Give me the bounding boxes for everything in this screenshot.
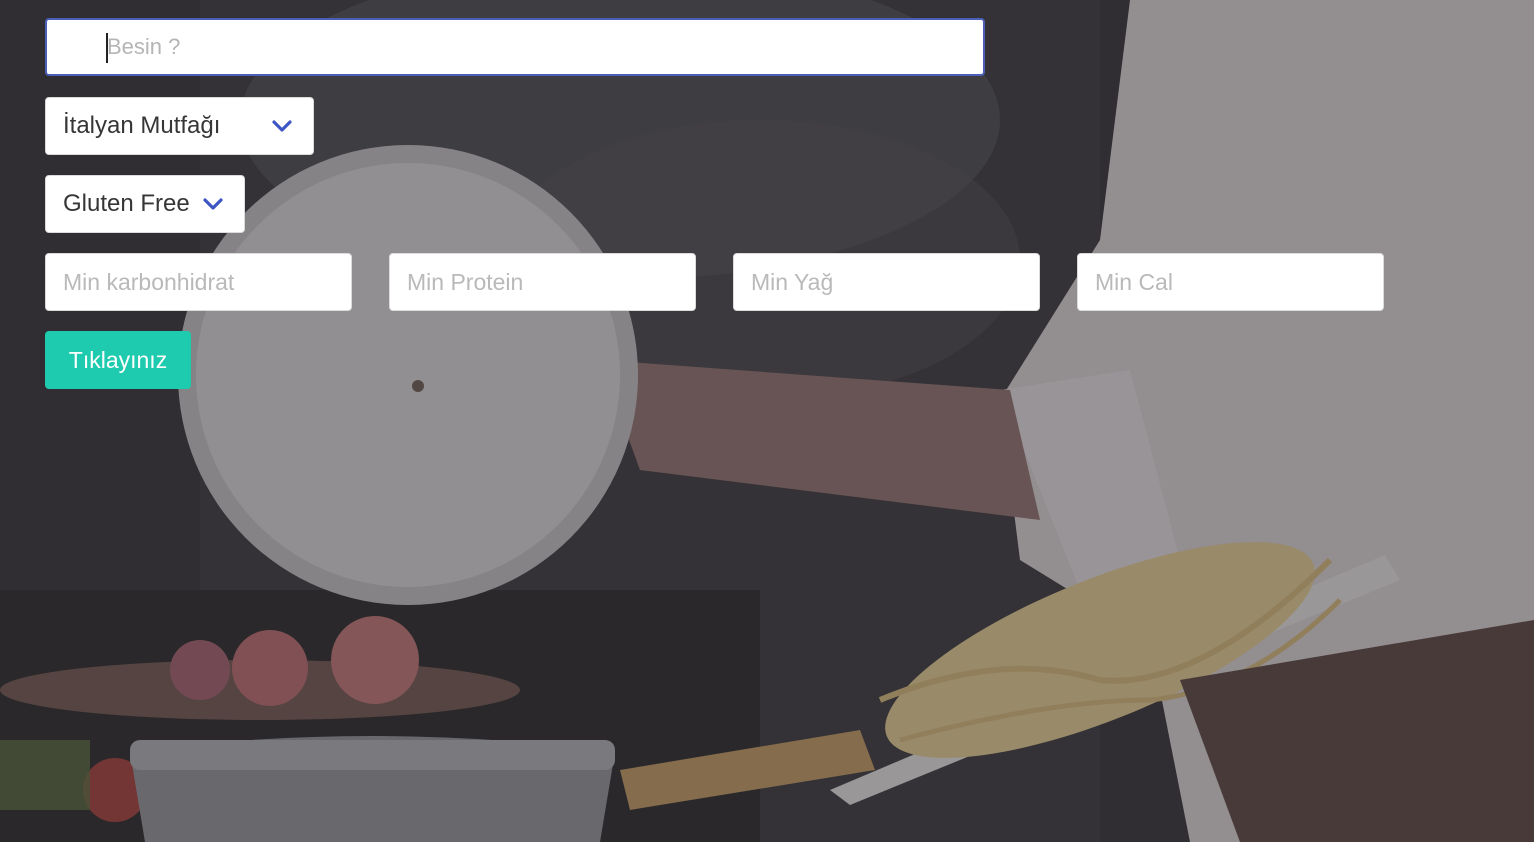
text-cursor: [106, 33, 108, 63]
search-input[interactable]: [45, 18, 985, 76]
cuisine-select-value: İtalyan Mutfağı: [63, 112, 221, 139]
submit-button[interactable]: Tıklayınız: [45, 331, 191, 389]
cuisine-select[interactable]: İtalyan Mutfağı: [45, 97, 314, 155]
min-fat-input[interactable]: [733, 253, 1040, 311]
min-protein-input[interactable]: [389, 253, 696, 311]
chevron-down-icon: [272, 120, 292, 132]
diet-select-value: Gluten Free: [63, 190, 190, 217]
diet-select[interactable]: Gluten Free: [45, 175, 245, 233]
recipe-search-form: İtalyan Mutfağı Gluten Free Tıklayınız: [0, 0, 1534, 842]
chevron-down-icon: [203, 198, 223, 210]
min-cal-input[interactable]: [1077, 253, 1384, 311]
min-carbs-input[interactable]: [45, 253, 352, 311]
